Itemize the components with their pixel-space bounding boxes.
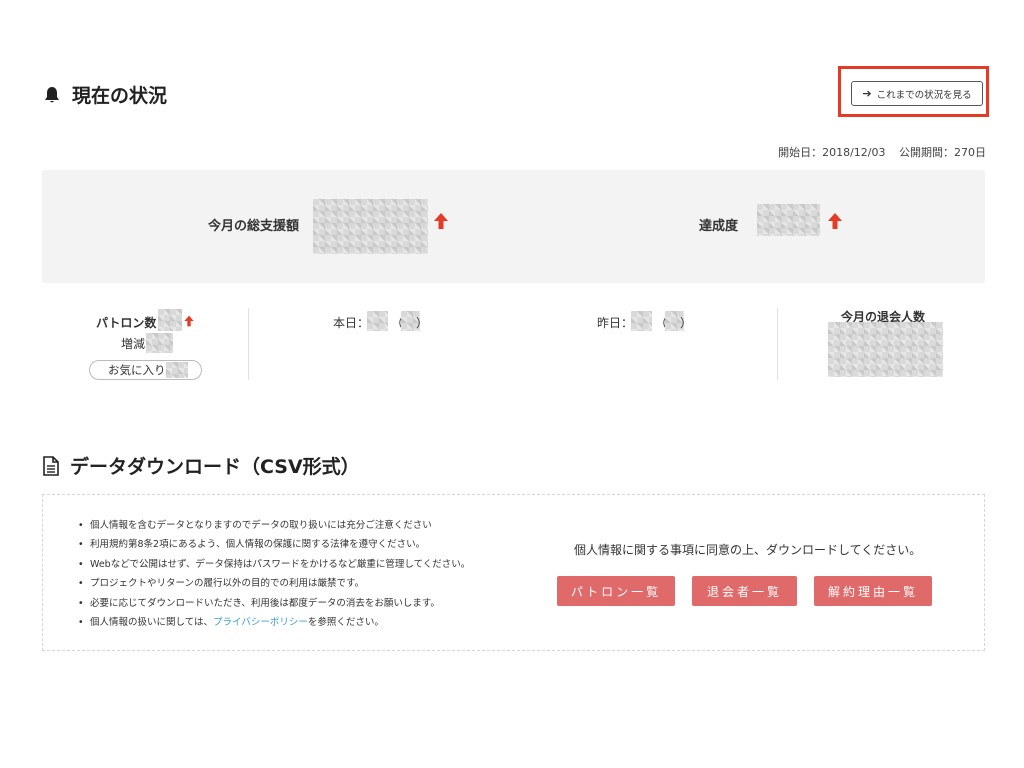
view-history-label: これまでの状況を見る [876, 89, 972, 101]
download-section-title: データダウンロード（CSV形式） [42, 452, 360, 479]
publish-period: 公開期間：270日 [899, 146, 986, 159]
patrons-count-label: パトロン数 [96, 316, 157, 330]
total-support-value-redacted [313, 199, 428, 254]
change-label: 増減 [121, 337, 146, 351]
today-label: 本日： [333, 316, 370, 330]
arrow-right-icon: ➔ [862, 87, 872, 100]
favorites-label: お気に入り: [108, 363, 170, 377]
notes-list: 個人情報を含むデータとなりますのでデータの取り扱いには充分ご注意ください 利用規… [78, 516, 470, 633]
total-support-label: 今月の総支援額 [208, 219, 300, 234]
achievement-label: 達成度 [699, 219, 739, 234]
list-item: 個人情報の扱いに関しては、プライバシーポリシーを参照ください。 [78, 613, 470, 633]
list-item: Webなどで公開はせず、データ保持はパスワードをかけるなど厳重に管理してください… [78, 555, 470, 575]
patrons-count-redacted [158, 309, 182, 331]
list-item: 個人情報を含むデータとなりますのでデータの取り扱いには充分ご注意ください [78, 516, 470, 536]
list-item: プロジェクトやリターンの履行以外の目的での利用は厳禁です。 [78, 574, 470, 594]
arrow-up-icon [434, 213, 448, 229]
divider [248, 308, 249, 380]
bell-icon [45, 86, 59, 102]
download-title: データダウンロード（CSV形式） [70, 456, 360, 478]
document-icon [43, 455, 59, 476]
change-value-redacted [146, 333, 173, 353]
withdrawals-value-redacted [828, 322, 943, 377]
yesterday-value-redacted [631, 311, 652, 331]
start-date: 開始日：2018/12/03 [778, 146, 886, 159]
cancel-reasons-download-button[interactable]: 解約理由一覧 [814, 576, 932, 606]
page-title: 現在の状況 [72, 85, 168, 107]
view-history-button[interactable]: ➔ これまでの状況を見る [851, 81, 983, 106]
yesterday-label: 昨日： [597, 316, 634, 330]
consent-text: 個人情報に関する事項に同意の上、ダウンロードしてください。 [574, 543, 922, 557]
list-item: 必要に応じてダウンロードいただき、利用後は都度データの消去をお願いします。 [78, 594, 470, 614]
arrow-up-icon [828, 213, 842, 229]
withdrawn-list-download-button[interactable]: 退会者一覧 [692, 576, 797, 606]
status-section-title: 現在の状況 [42, 81, 167, 108]
achievement-value-redacted [757, 204, 820, 236]
yesterday-paren-close: ） [680, 316, 693, 330]
patron-list-download-button[interactable]: パトロン一覧 [557, 576, 675, 606]
list-item: 利用規約第8条2項にあるよう、個人情報の保護に関する法律を遵守ください。 [78, 535, 470, 555]
favorites-value-redacted [166, 362, 188, 378]
arrow-up-icon [184, 315, 194, 327]
privacy-suffix: を参照ください。 [307, 616, 384, 628]
privacy-policy-link[interactable]: プライバシーポリシー [213, 617, 308, 628]
divider [777, 308, 778, 380]
period-info: 開始日：2018/12/03 公開期間：270日 [778, 144, 986, 160]
today-value-redacted [367, 311, 388, 331]
privacy-prefix: 個人情報の扱いに関しては、 [90, 616, 214, 628]
today-paren-close: ） [416, 316, 429, 330]
